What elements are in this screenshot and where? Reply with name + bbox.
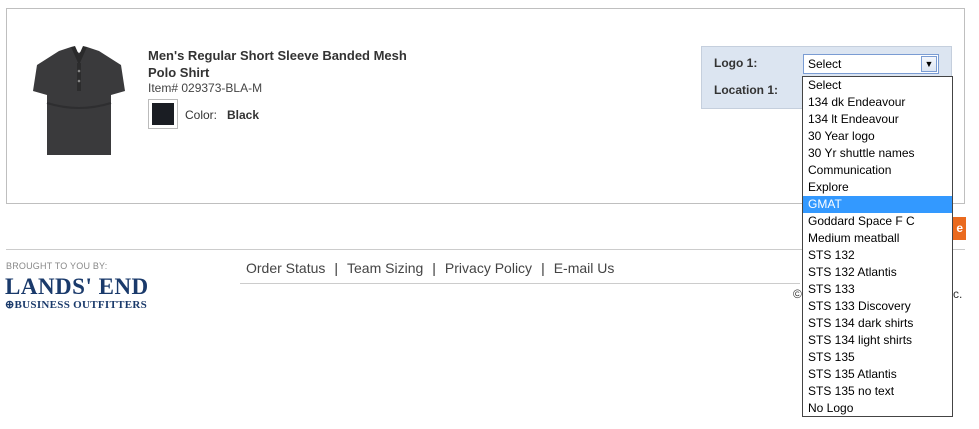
order-status-link[interactable]: Order Status: [246, 260, 325, 276]
location-label: Location 1:: [714, 83, 779, 97]
copyright-symbol: ©: [793, 287, 802, 301]
lands-end-logo-subtitle: ⊕BUSINESS OUTFITTERS: [5, 298, 147, 311]
color-swatch-fill: [152, 103, 174, 125]
dropdown-option[interactable]: STS 135 no text: [803, 383, 952, 400]
dropdown-option[interactable]: STS 133: [803, 281, 952, 298]
brought-to-you-text: BROUGHT TO YOU BY:: [6, 261, 108, 271]
lands-end-logo[interactable]: LANDS' END: [5, 274, 149, 300]
dropdown-option[interactable]: 30 Yr shuttle names: [803, 145, 952, 162]
logo-label: Logo 1:: [714, 56, 758, 70]
logo-select-value: Select: [808, 57, 842, 71]
dropdown-option[interactable]: 134 lt Endeavour: [803, 111, 952, 128]
copyright-tail: c.: [953, 287, 963, 301]
polo-shirt-image: [33, 46, 125, 155]
dropdown-option[interactable]: STS 133 Discovery: [803, 298, 952, 315]
dropdown-option[interactable]: STS 132 Atlantis: [803, 264, 952, 281]
privacy-policy-link[interactable]: Privacy Policy: [445, 260, 532, 276]
separator: |: [541, 260, 545, 276]
product-name: Men's Regular Short Sleeve Banded Mesh P…: [148, 48, 407, 80]
color-swatch[interactable]: [148, 99, 178, 129]
dropdown-option[interactable]: STS 134 dark shirts: [803, 315, 952, 332]
dropdown-option[interactable]: 30 Year logo: [803, 128, 952, 145]
logo-select[interactable]: Select ▼: [803, 54, 939, 74]
dropdown-option[interactable]: STS 135 Atlantis: [803, 366, 952, 383]
separator: |: [432, 260, 436, 276]
email-us-link[interactable]: E-mail Us: [554, 260, 615, 276]
team-sizing-link[interactable]: Team Sizing: [347, 260, 423, 276]
dropdown-option[interactable]: Communication: [803, 162, 952, 179]
dropdown-option[interactable]: Medium meatball: [803, 230, 952, 247]
footer-links-divider: [240, 283, 800, 284]
dropdown-option[interactable]: No Logo: [803, 400, 952, 417]
dropdown-option[interactable]: STS 132: [803, 247, 952, 264]
dropdown-option[interactable]: STS 135: [803, 349, 952, 366]
product-item-number: Item# 029373-BLA-M: [148, 81, 263, 95]
circle-logo-icon: ⊕: [5, 299, 15, 311]
brand-sub: BUSINESS OUTFITTERS: [14, 299, 148, 311]
chevron-down-icon[interactable]: ▼: [921, 56, 937, 72]
dropdown-option[interactable]: Select: [803, 77, 952, 94]
dropdown-option[interactable]: STS 134 light shirts: [803, 332, 952, 349]
logo-dropdown-list[interactable]: Select 134 dk Endeavour 134 lt Endeavour 30…: [802, 76, 953, 417]
separator: |: [334, 260, 339, 276]
color-label: Color:: [185, 108, 218, 122]
color-value: Black: [227, 108, 260, 122]
dropdown-option[interactable]: GMAT: [803, 196, 952, 213]
dropdown-option[interactable]: 134 dk Endeavour: [803, 94, 952, 111]
dropdown-option[interactable]: Explore: [803, 179, 952, 196]
dropdown-option[interactable]: Goddard Space F C: [803, 213, 952, 230]
footer-links: Order Status | Team Sizing | Privacy Policy |…: [246, 260, 614, 276]
